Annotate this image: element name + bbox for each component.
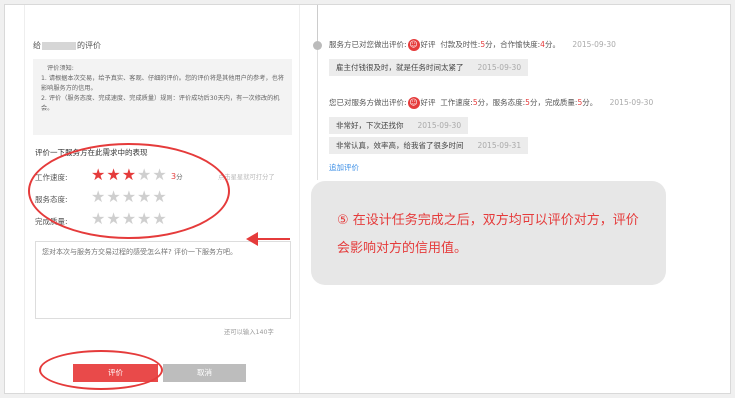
tutorial-note: ⑤ 在设计任务完成之后，双方均可以评价对方，评价会影响对方的信用值。 [311, 181, 666, 285]
title-suffix: 的评价 [77, 41, 101, 50]
arrow-left-icon [246, 232, 290, 246]
star-icon[interactable]: ★ [152, 187, 167, 206]
star-icon[interactable]: ★ [91, 209, 106, 228]
star-icon[interactable]: ★ [137, 165, 152, 184]
masked-username [42, 41, 76, 50]
comment-textarea[interactable] [35, 241, 291, 319]
star-hint: 点击星星就可打分了 [218, 174, 275, 181]
smile-face-icon: ☺ [407, 97, 420, 109]
performance-title: 评价一下服务方在此需求中的表现 [35, 148, 148, 157]
notice-line-1: 1. 请根据本次交易，给予真实、客观、仔细的评价。您的评价将是其他用户的参考，也… [41, 75, 284, 92]
notice-heading: 评价须知: [47, 65, 74, 72]
speed-stars[interactable]: ★★★★★ [91, 167, 168, 183]
comment-text: 雇主付钱很及时，就是任务时间太紧了 [336, 63, 464, 72]
comment-text: 非常认真，效率高，给我省了很多时间 [336, 141, 464, 150]
rating-row-speed: 工作速度: [35, 172, 79, 183]
note-text: ⑤ 在设计任务完成之后，双方均可以评价对方，评价会影响对方的信用值。 [337, 213, 639, 256]
rating-row-attitude: 服务态度: [35, 194, 79, 205]
star-icon[interactable]: ★ [106, 187, 121, 206]
rating-word: 好评 [420, 98, 436, 107]
review-form-panel: 给 的评价 评价须知: 1. 请根据本次交易，给予真实、客观、仔细的评价。您的评价… [24, 5, 300, 393]
star-icon[interactable]: ★ [122, 165, 137, 184]
rating-label: 完成质量: [35, 217, 68, 226]
unit: 分 [485, 40, 493, 49]
star-icon[interactable]: ★ [152, 165, 167, 184]
timeline-dot-icon [313, 41, 322, 50]
title-prefix: 给 [33, 41, 41, 50]
attitude-label: 服务态度: [492, 98, 526, 107]
pay-label: 付款及时性: [440, 40, 481, 49]
provider-review-summary: 服务方已对您做出评价: ☺ 好评 付款及时性:5分，合作愉快度:4分。 2015-0… [329, 39, 616, 51]
comment-date: 2015-09-30 [477, 63, 522, 72]
star-icon[interactable]: ★ [137, 209, 152, 228]
cancel-button[interactable]: 取消 [163, 364, 246, 382]
quality-label: 完成质量: [544, 98, 578, 107]
star-icon[interactable]: ★ [122, 187, 137, 206]
unit: 分 [529, 98, 538, 107]
review-prefix: 服务方已对您做出评价: [329, 40, 407, 49]
smile-face-icon: ☺ [407, 39, 420, 51]
rating-label: 工作速度: [35, 173, 68, 182]
star-icon[interactable]: ★ [106, 209, 121, 228]
comment-date: 2015-09-30 [417, 121, 462, 130]
coop-label: 合作愉快度: [500, 40, 541, 49]
review-target-title: 给 的评价 [33, 40, 101, 51]
my-comment-1: 非常好，下次还找你 2015-09-30 [329, 117, 469, 134]
add-review-link[interactable]: 追加评价 [329, 162, 359, 173]
star-icon[interactable]: ★ [106, 165, 121, 184]
unit: 分 [544, 40, 553, 49]
my-review-summary: 您已对服务方做出评价: ☺ 好评 工作速度:5分，服务态度:5分，完成质量:5分。 … [329, 97, 654, 109]
unit: 分 [477, 98, 486, 107]
score-unit: 分 [176, 173, 183, 181]
char-count-hint: 还可以输入140字 [224, 329, 274, 336]
comment-text: 非常好，下次还找你 [336, 121, 404, 130]
star-icon[interactable]: ★ [91, 165, 106, 184]
timeline-line [317, 5, 318, 45]
submit-review-button[interactable]: 评价 [73, 364, 158, 382]
review-prefix: 您已对服务方做出评价: [329, 98, 407, 107]
review-notice: 评价须知: 1. 请根据本次交易，给予真实、客观、仔细的评价。您的评价将是其他用… [33, 59, 292, 135]
quality-stars[interactable]: ★★★★★ [91, 211, 168, 227]
review-page: 给 的评价 评价须知: 1. 请根据本次交易，给予真实、客观、仔细的评价。您的评价… [4, 4, 731, 394]
rating-row-quality: 完成质量: [35, 216, 79, 227]
unit: 分 [582, 98, 590, 107]
rating-label: 服务态度: [35, 195, 68, 204]
speed-score: 3分 [171, 171, 183, 181]
star-icon[interactable]: ★ [122, 209, 137, 228]
notice-line-2: 2. 评价（服务态度、完成速度、完成质量）规则：评价成功后30天内，有一次修改的… [41, 95, 280, 112]
provider-comment: 雇主付钱很及时，就是任务时间太紧了 2015-09-30 [329, 59, 529, 76]
review-date: 2015-09-30 [609, 98, 654, 107]
rating-word: 好评 [420, 40, 436, 49]
review-date: 2015-09-30 [572, 40, 616, 49]
star-icon[interactable]: ★ [152, 209, 167, 228]
star-icon[interactable]: ★ [137, 187, 152, 206]
speed-label: 工作速度: [440, 98, 473, 107]
timeline-divider [317, 50, 318, 180]
attitude-stars[interactable]: ★★★★★ [91, 189, 168, 205]
star-icon[interactable]: ★ [91, 187, 106, 206]
comment-date: 2015-09-31 [477, 141, 522, 150]
my-comment-2: 非常认真，效率高，给我省了很多时间 2015-09-31 [329, 137, 529, 154]
